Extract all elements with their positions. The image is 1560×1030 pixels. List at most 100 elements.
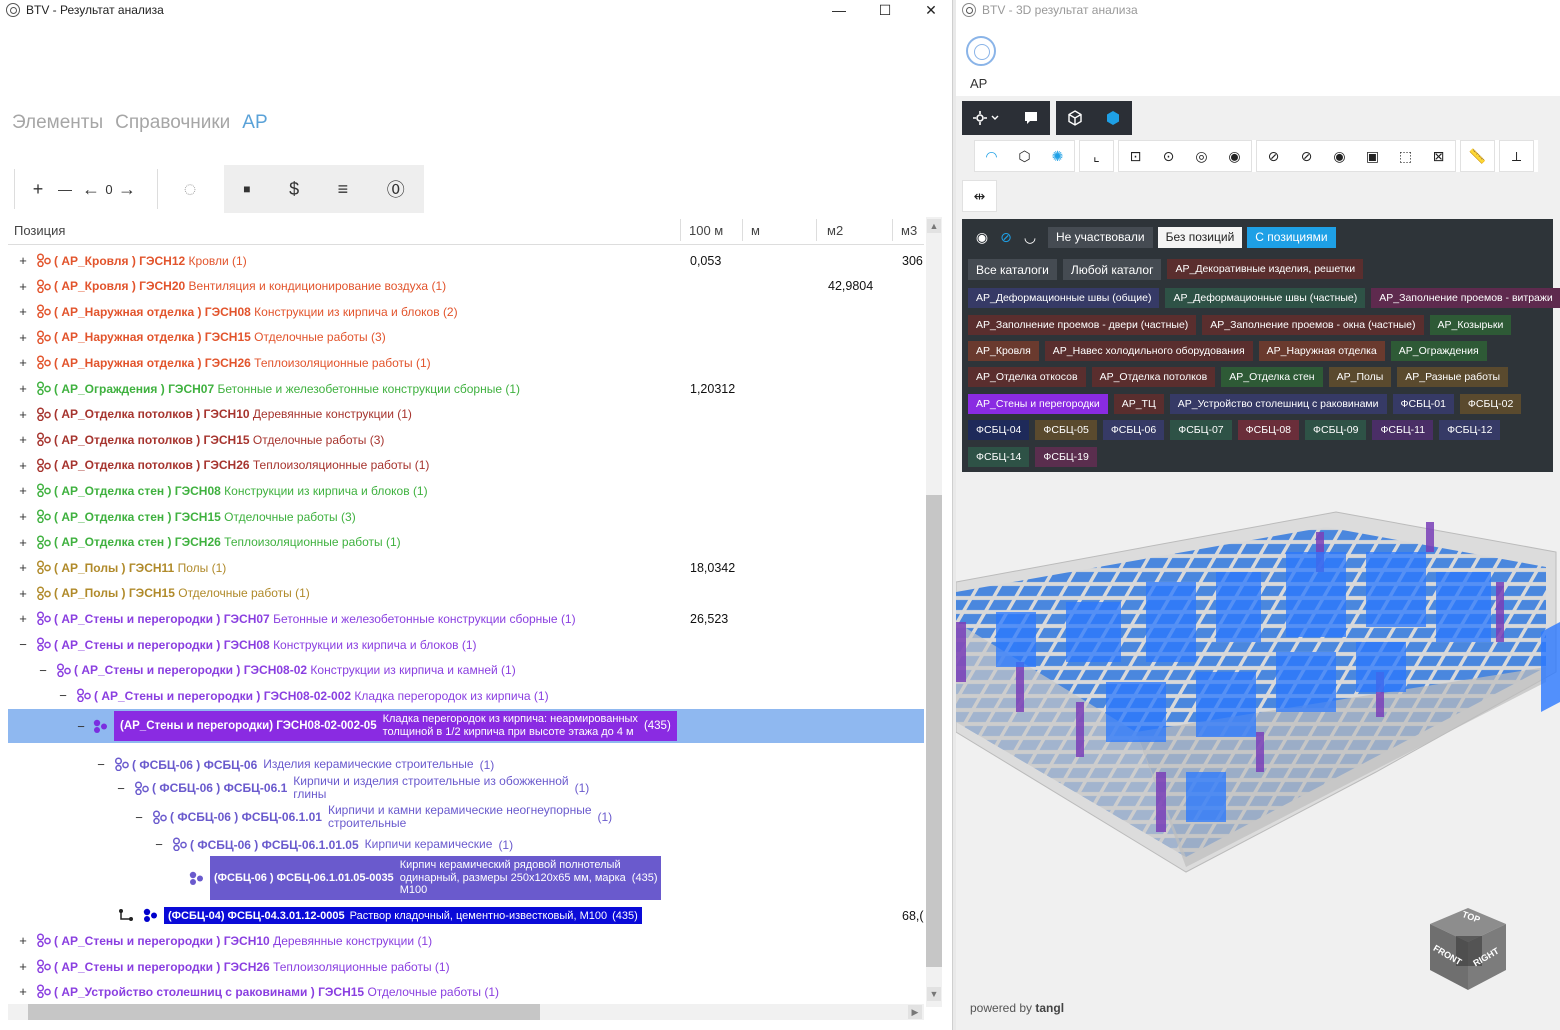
expand-icon[interactable]: +: [18, 253, 28, 268]
catalog-tag[interactable]: АР_Устройство столешниц с раковинами: [1169, 394, 1387, 414]
select-box-icon[interactable]: ⬚: [1389, 141, 1422, 171]
table-row[interactable]: + ( АР_Полы ) ГЭСН11 Полы (1) 18,0342: [8, 555, 924, 580]
col-m[interactable]: м: [751, 223, 760, 238]
catalog-tag[interactable]: АР_Навес холодильного оборудования: [1044, 341, 1253, 361]
table-row[interactable]: + ( АР_Отделка стен ) ГЭСН26 Теплоизоляци…: [8, 530, 924, 555]
horizontal-scroll-thumb[interactable]: [28, 1004, 540, 1020]
collapse-all-button[interactable]: —: [51, 166, 79, 212]
hide-others-icon[interactable]: ⊘: [1290, 141, 1323, 171]
cube-filled-icon[interactable]: [1094, 101, 1132, 135]
table-row[interactable]: + ( АР_Отделка потолков ) ГЭСН15 Отделочн…: [8, 427, 924, 452]
catalog-tag[interactable]: АР_Отделка откосов: [968, 367, 1086, 387]
hexagon-icon[interactable]: ⬡: [1008, 141, 1041, 171]
catalog-tag[interactable]: ФСБЦ-01: [1392, 394, 1454, 414]
table-row[interactable]: + ( АР_Отделка стен ) ГЭСН15 Отделочные р…: [8, 504, 924, 529]
catalog-tag[interactable]: АР_ТЦ: [1113, 394, 1164, 414]
col-m3[interactable]: м3: [901, 223, 917, 238]
link-icon[interactable]: [118, 908, 134, 922]
section-icon[interactable]: ⟂: [1500, 141, 1533, 171]
catalog-tag[interactable]: АР_Отделка стен: [1221, 367, 1323, 387]
table-row[interactable]: + ( АР_Отделка потолков ) ГЭСН26 Теплоизо…: [8, 453, 924, 478]
catalog-tag[interactable]: АР_Декоративные изделия, решетки: [1167, 259, 1364, 279]
catalog-tag[interactable]: АР_Заполнение проемов - витражи: [1371, 288, 1560, 308]
catalog-tag[interactable]: ФСБЦ-12: [1439, 420, 1501, 440]
table-row[interactable]: − ( ФСБЦ-06 ) ФСБЦ-06.1 Кирпичи и изделия …: [8, 774, 924, 802]
catalog-tag[interactable]: АР_Разные работы: [1397, 367, 1509, 387]
expand-icon[interactable]: +: [18, 458, 28, 473]
table-row[interactable]: + ( АР_Стены и перегородки ) ГЭСН10 Дерев…: [8, 928, 924, 953]
expand-all-button[interactable]: +: [25, 166, 51, 212]
powered-by-brand[interactable]: tangl: [1035, 1001, 1064, 1015]
table-row[interactable]: + ( АР_Наружная отделка ) ГЭСН08 Конструк…: [8, 299, 924, 324]
catalog-tag[interactable]: ФСБЦ-06: [1102, 420, 1165, 440]
collapse-icon[interactable]: −: [18, 637, 28, 652]
catalog-tag[interactable]: ФСБЦ-14: [968, 447, 1030, 467]
chip-with-positions[interactable]: С позициями: [1247, 226, 1336, 248]
viewcube[interactable]: TOP FRONT RIGHT: [1428, 906, 1508, 992]
refresh-spinner-icon[interactable]: ◌: [172, 166, 208, 212]
chip-without-positions[interactable]: Без позиций: [1157, 226, 1243, 248]
table-row[interactable]: − ( ФСБЦ-06 ) ФСБЦ-06.1.01.05 Кирпичи кера…: [8, 832, 924, 857]
vertical-scrollbar[interactable]: ▲ ▼: [926, 217, 942, 1007]
fit-width-icon[interactable]: ⇹: [963, 181, 996, 211]
expand-icon[interactable]: +: [18, 432, 28, 447]
expand-icon[interactable]: +: [18, 959, 28, 974]
expand-icon[interactable]: +: [18, 483, 28, 498]
table-row[interactable]: + ( АР_Полы ) ГЭСН15 Отделочные работы (1…: [8, 581, 924, 606]
catalog-tag[interactable]: ФСБЦ-19: [1035, 447, 1097, 467]
record-icon[interactable]: ◉: [1218, 141, 1251, 171]
list-icon[interactable]: ≡: [338, 166, 349, 212]
catalog-tag[interactable]: АР_Кровля: [968, 341, 1039, 361]
speed-gauge-icon[interactable]: ◠: [975, 141, 1008, 171]
catalog-tag[interactable]: ФСБЦ-04: [968, 420, 1030, 440]
cost-icon[interactable]: $: [289, 166, 299, 212]
collapse-icon[interactable]: −: [58, 688, 68, 703]
catalog-tag[interactable]: АР_Ограждения: [1390, 341, 1487, 361]
hide-icon[interactable]: ⊘: [1257, 141, 1290, 171]
expand-icon[interactable]: +: [18, 304, 28, 319]
expand-icon[interactable]: +: [18, 509, 28, 524]
catalog-tag[interactable]: ФСБЦ-02: [1459, 394, 1522, 414]
scroll-up-icon[interactable]: ▲: [927, 219, 941, 233]
collapse-icon[interactable]: −: [154, 837, 164, 852]
catalog-tag[interactable]: ФСБЦ-09: [1305, 420, 1367, 440]
chip-not-participated[interactable]: Не участвовали: [1048, 226, 1153, 248]
catalog-tag[interactable]: АР_Отделка потолков: [1091, 367, 1216, 387]
table-row[interactable]: + ( АР_Стены и перегородки ) ГЭСН07 Бетон…: [8, 606, 924, 631]
table-row[interactable]: + ( АР_Наружная отделка ) ГЭСН15 Отделочн…: [8, 325, 924, 350]
expand-icon[interactable]: +: [18, 381, 28, 396]
isolate-icon[interactable]: ▣: [1356, 141, 1389, 171]
comment-icon[interactable]: [1012, 101, 1050, 135]
collapse-icon[interactable]: −: [96, 757, 106, 772]
tab-ar[interactable]: АР: [242, 112, 267, 134]
close-button[interactable]: ✕: [908, 0, 954, 20]
expand-icon[interactable]: +: [18, 279, 28, 294]
horizontal-scrollbar[interactable]: ▶: [8, 1004, 924, 1020]
expand-icon[interactable]: +: [18, 330, 28, 345]
selected-row[interactable]: − (АР_Стены и перегородки) ГЭСН08-02-002-…: [8, 709, 924, 743]
table-row[interactable]: + ( АР_Наружная отделка ) ГЭСН26 Теплоизо…: [8, 350, 924, 375]
eye-icon[interactable]: ◉: [970, 226, 994, 248]
maximize-button[interactable]: ☐: [862, 0, 908, 20]
table-row[interactable]: + ( АР_Стены и перегородки ) ГЭСН26 Тепло…: [8, 954, 924, 979]
expand-icon[interactable]: +: [18, 933, 28, 948]
collapse-icon[interactable]: −: [134, 810, 144, 825]
expand-icon[interactable]: +: [18, 355, 28, 370]
expand-icon[interactable]: +: [18, 407, 28, 422]
zero-filter-icon[interactable]: ⓪: [387, 166, 405, 212]
catalog-tag[interactable]: АР_Козырьки: [1429, 315, 1512, 335]
expand-icon[interactable]: +: [18, 586, 28, 601]
stop-icon[interactable]: ■: [243, 166, 250, 212]
minimize-button[interactable]: —: [816, 0, 862, 20]
tab-elements[interactable]: Элементы: [12, 112, 103, 134]
table-row[interactable]: + ( АР_Устройство столешниц с раковинами …: [8, 979, 924, 1004]
hide-box-icon[interactable]: ⊠: [1422, 141, 1455, 171]
table-row[interactable]: + ( АР_Ограждения ) ГЭСН07 Бетонные и жел…: [8, 376, 924, 401]
catalog-tag[interactable]: АР_Деформационные швы (общие): [968, 288, 1160, 308]
aperture-icon[interactable]: ✺: [1041, 141, 1074, 171]
measure-icon[interactable]: 📏: [1461, 141, 1494, 171]
catalog-chip[interactable]: Все каталоги: [968, 259, 1057, 280]
table-row[interactable]: + ( АР_Отделка стен ) ГЭСН08 Конструкции …: [8, 478, 924, 503]
expand-icon[interactable]: +: [18, 611, 28, 626]
eye-closed-icon[interactable]: ◡: [1018, 226, 1042, 248]
